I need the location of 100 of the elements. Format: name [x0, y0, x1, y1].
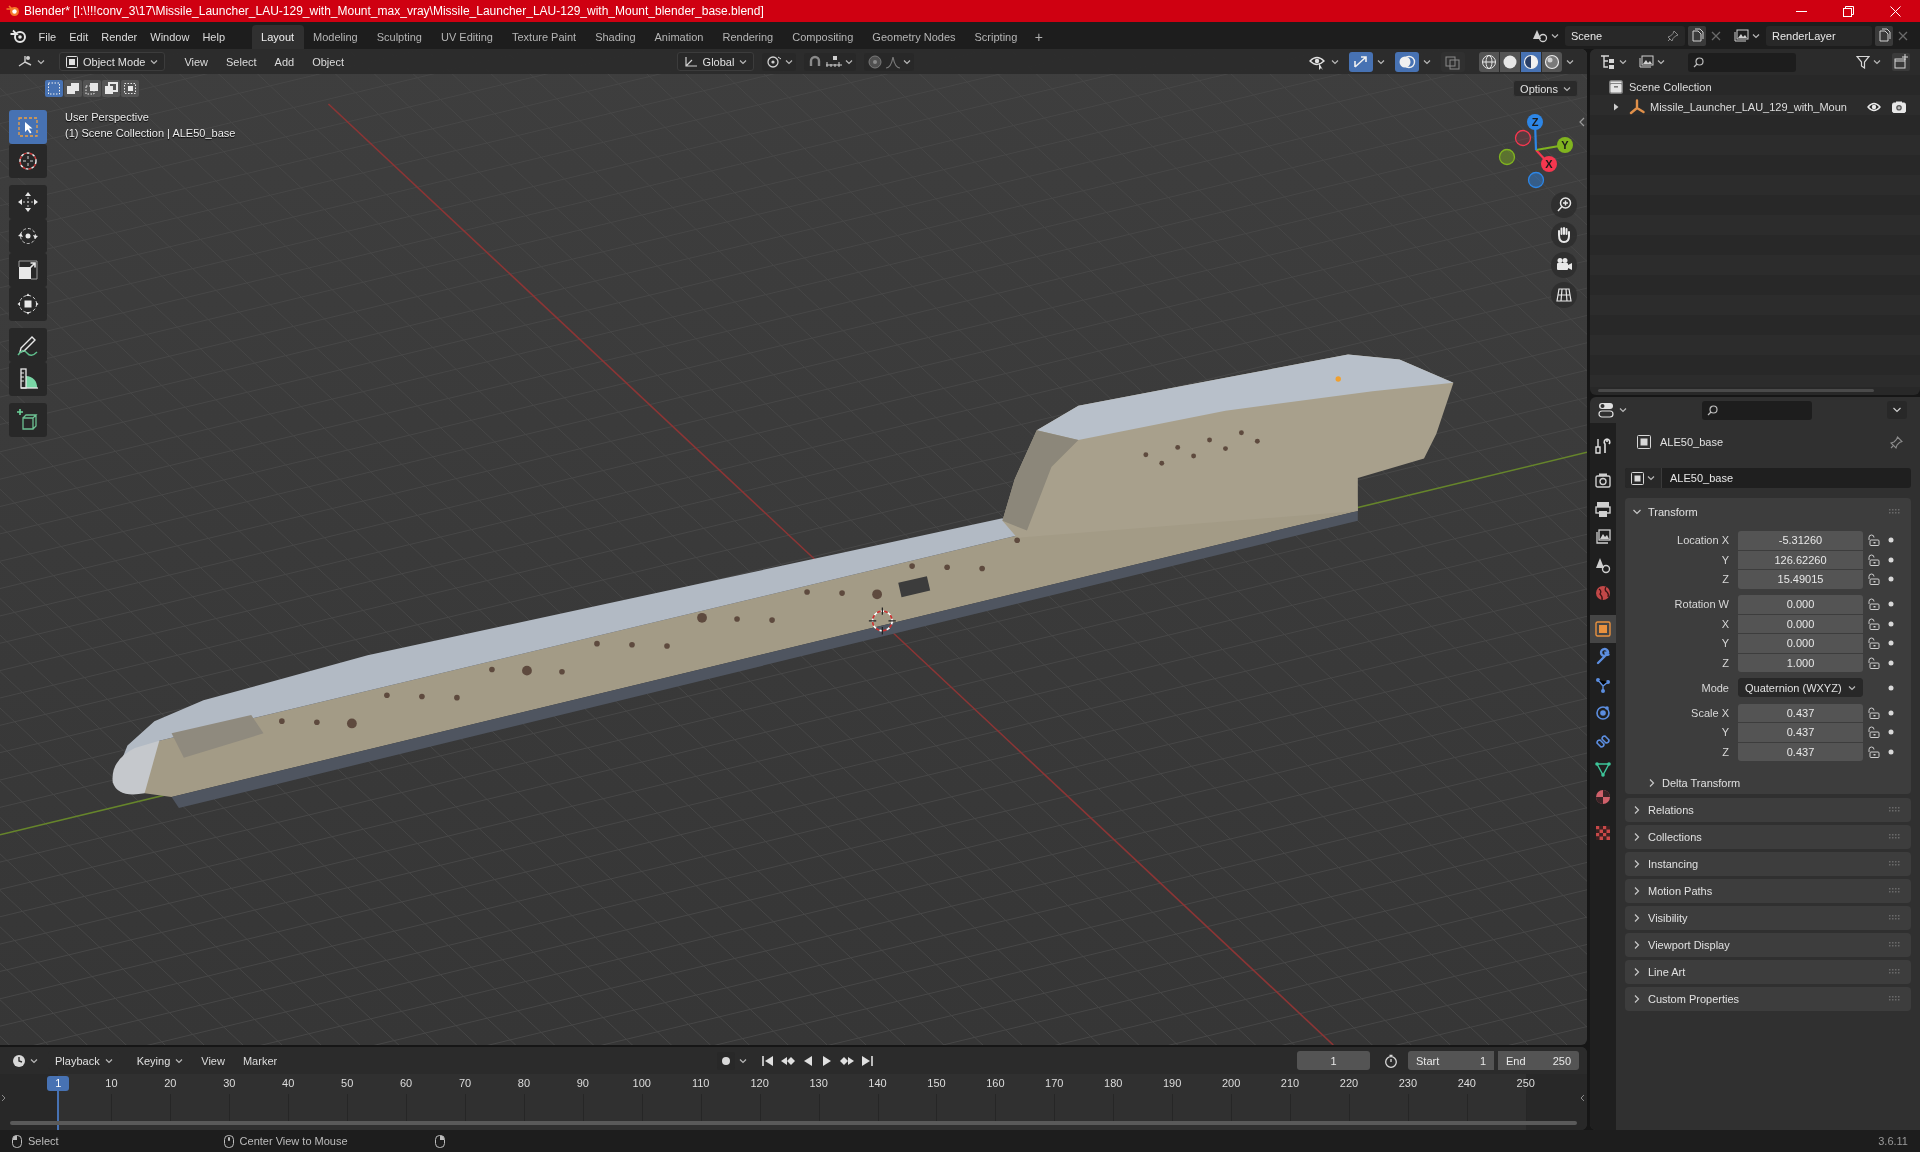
- open-padlock-icon[interactable]: [1868, 637, 1880, 650]
- panel-header[interactable]: Transform: [1625, 498, 1911, 525]
- drag-handle-icon[interactable]: [1889, 887, 1901, 894]
- caret-icon[interactable]: [785, 58, 794, 65]
- name-field[interactable]: ALE50_base: [1625, 468, 1911, 488]
- orientation-dropdown[interactable]: Global: [676, 52, 755, 71]
- caret-icon[interactable]: [1647, 475, 1655, 481]
- dotted-square-icon[interactable]: [121, 80, 139, 97]
- image-stack-icon[interactable]: [1638, 55, 1654, 69]
- dashed-square-icon[interactable]: [45, 80, 63, 97]
- add-cube-icon[interactable]: [9, 403, 47, 437]
- zoom-icon[interactable]: [1551, 192, 1577, 218]
- number-field[interactable]: 0.437: [1738, 703, 1863, 722]
- number-field[interactable]: -5.31260: [1738, 531, 1863, 550]
- tree-item[interactable]: Scene Collection: [1590, 77, 1920, 97]
- workspace-tab[interactable]: Texture Paint: [502, 25, 586, 49]
- number-field[interactable]: 1.000: [1738, 653, 1863, 672]
- caret-icon[interactable]: [1377, 58, 1385, 65]
- open-padlock-icon[interactable]: [1868, 534, 1880, 547]
- pin-icon[interactable]: [1890, 435, 1903, 449]
- caret-icon[interactable]: [1619, 407, 1627, 413]
- caret-icon[interactable]: [739, 1057, 747, 1064]
- caret-icon[interactable]: [30, 1057, 38, 1064]
- open-padlock-icon[interactable]: [1868, 598, 1880, 611]
- caret-icon[interactable]: [1619, 59, 1627, 65]
- filter-icon[interactable]: [1856, 55, 1870, 69]
- chevron-icon[interactable]: [1632, 885, 1642, 896]
- subpanel-header[interactable]: Delta Transform: [1625, 771, 1911, 794]
- menu-item[interactable]: File: [32, 25, 63, 49]
- jump-start-icon[interactable]: [761, 1053, 775, 1068]
- open-padlock-icon[interactable]: [1868, 706, 1880, 719]
- caret-icon[interactable]: [1848, 684, 1856, 691]
- open-padlock-icon[interactable]: [1868, 726, 1880, 739]
- chevron-icon[interactable]: [1632, 912, 1642, 923]
- keyframe-dot-icon[interactable]: [1888, 620, 1894, 627]
- stopwatch-icon[interactable]: [1384, 1053, 1398, 1068]
- outlined-squares-icon[interactable]: [102, 80, 120, 97]
- keyframe-dot-icon[interactable]: [1888, 537, 1894, 544]
- clock-icon[interactable]: [12, 1053, 26, 1068]
- number-field[interactable]: 0.000: [1738, 634, 1863, 653]
- new-collection-icon[interactable]: [1892, 53, 1910, 71]
- app-logo-icon[interactable]: [10, 29, 26, 43]
- panel-header[interactable]: Relations: [1625, 797, 1911, 822]
- caret-icon[interactable]: [739, 58, 748, 65]
- scene-field[interactable]: Scene: [1565, 25, 1685, 46]
- eye-icon[interactable]: [1867, 102, 1881, 112]
- hand-icon[interactable]: [1551, 222, 1577, 248]
- scrollbar[interactable]: [10, 1121, 1577, 1125]
- timeline-menu[interactable]: View: [194, 1050, 232, 1071]
- open-padlock-icon[interactable]: [1868, 656, 1880, 669]
- caret-icon[interactable]: [1873, 59, 1881, 65]
- search-field[interactable]: [1688, 52, 1796, 72]
- negative-axis-handle[interactable]: [1514, 129, 1532, 147]
- workspace-tab[interactable]: Sculpting: [367, 25, 432, 49]
- 3d-viewport[interactable]: Object Mode View Select Add Object Global Options User Perspective (1) Scene Collection | ALE50_base X Y Z: [0, 49, 1587, 1045]
- open-padlock-icon[interactable]: [1868, 573, 1880, 586]
- falloff-curve-icon[interactable]: [885, 54, 902, 69]
- caret-icon[interactable]: [1563, 85, 1571, 92]
- remove-icon[interactable]: [1898, 30, 1908, 41]
- open-padlock-icon[interactable]: [1868, 617, 1880, 630]
- negative-axis-handle[interactable]: [1498, 148, 1516, 166]
- caret-icon[interactable]: [150, 58, 159, 65]
- current-frame-field[interactable]: 1: [1297, 1051, 1370, 1070]
- panel-header[interactable]: Motion Paths: [1625, 878, 1911, 903]
- toggle-switches-icon[interactable]: [1598, 402, 1616, 418]
- keyframe-dot-icon[interactable]: [1888, 576, 1894, 583]
- header-menu[interactable]: Add: [267, 51, 302, 72]
- movie-camera-icon[interactable]: [1551, 252, 1577, 278]
- axis-handle[interactable]: Z: [1527, 114, 1543, 151]
- chevron-icon[interactable]: [1632, 831, 1642, 842]
- negative-axis-handle[interactable]: [1527, 171, 1545, 189]
- workspace-tab[interactable]: UV Editing: [431, 25, 503, 49]
- chevron-icon[interactable]: [1632, 966, 1642, 977]
- caret-icon[interactable]: [1423, 58, 1431, 65]
- panel-header[interactable]: Line Art: [1625, 959, 1911, 984]
- pencil-icon[interactable]: [9, 328, 47, 362]
- add-workspace-button[interactable]: +: [1026, 25, 1051, 49]
- number-field[interactable]: 0.000: [1738, 614, 1863, 633]
- number-field[interactable]: 0.437: [1738, 742, 1863, 761]
- image-stack-icon[interactable]: [1733, 28, 1749, 43]
- drag-handle-icon[interactable]: [1889, 914, 1901, 921]
- header-menu[interactable]: Object: [305, 51, 351, 72]
- axes-dot-icon[interactable]: [17, 54, 33, 69]
- keyframe-dot-icon[interactable]: [1888, 659, 1894, 666]
- panel-header[interactable]: Visibility: [1625, 905, 1911, 930]
- menu-item[interactable]: Edit: [62, 25, 95, 49]
- caret-icon[interactable]: [1657, 59, 1665, 65]
- menu-item[interactable]: Window: [143, 25, 196, 49]
- grid-icon[interactable]: [1551, 282, 1577, 308]
- header-menu[interactable]: View: [177, 51, 216, 72]
- menu-item[interactable]: Render: [94, 25, 144, 49]
- drag-handle-icon[interactable]: [1889, 968, 1901, 975]
- workspace-tab[interactable]: Compositing: [782, 25, 863, 49]
- number-field[interactable]: 15.49015: [1738, 570, 1863, 589]
- drag-handle-icon[interactable]: [1889, 508, 1901, 515]
- caret-icon[interactable]: [104, 1057, 113, 1064]
- object-mode-dropdown[interactable]: Object Mode: [59, 52, 166, 71]
- keyframe-dot-icon[interactable]: [1888, 709, 1894, 716]
- caret-icon[interactable]: [37, 58, 45, 65]
- 3d-cursor-icon[interactable]: [868, 606, 897, 635]
